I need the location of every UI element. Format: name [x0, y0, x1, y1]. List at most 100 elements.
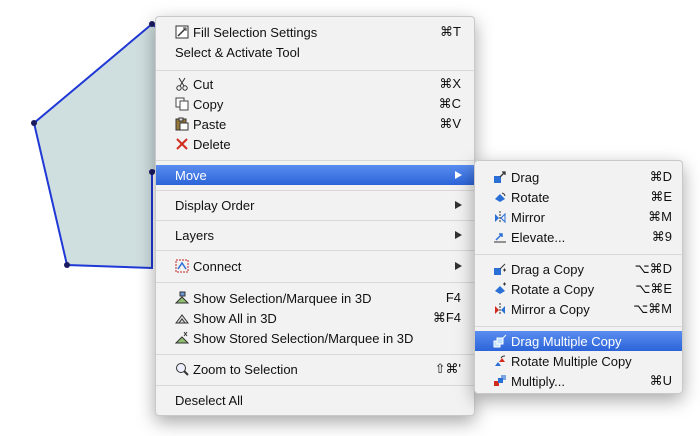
- menu-item-label: Layers: [175, 227, 215, 243]
- shortcut-label: ⇧⌘': [434, 361, 461, 376]
- menu-item-deselect-all[interactable]: Deselect All: [156, 390, 474, 410]
- submenu-item-drag-copy[interactable]: Drag a Copy ⌥⌘D: [475, 259, 682, 279]
- show-stored-3d-icon: [175, 331, 189, 345]
- menu-item-show-all-3d[interactable]: Show All in 3D ⌘F4: [156, 308, 474, 328]
- submenu-item-elevate[interactable]: Elevate... ⌘9: [475, 227, 682, 247]
- menu-item-label: Show Stored Selection/Marquee in 3D: [193, 330, 414, 346]
- menu-item-label: Deselect All: [175, 392, 243, 408]
- menu-item-label: Rotate: [511, 189, 550, 205]
- submenu-arrow-icon: [455, 171, 462, 179]
- menu-item-label: Display Order: [175, 197, 255, 213]
- menu-item-label: Fill Selection Settings: [193, 24, 318, 40]
- shortcut-label: F4: [445, 290, 461, 305]
- menu-separator: [156, 354, 474, 355]
- submenu-item-rotate-copy[interactable]: Rotate a Copy ⌥⌘E: [475, 279, 682, 299]
- submenu-item-drag-multiple-copy[interactable]: Drag Multiple Copy: [475, 331, 682, 351]
- show-all-3d-icon: [175, 311, 189, 325]
- menu-item-label: Rotate a Copy: [511, 281, 595, 297]
- move-submenu: Drag ⌘D Rotate ⌘E Mirror ⌘M Elevate... ⌘…: [474, 160, 683, 394]
- delete-x-icon: [175, 137, 189, 151]
- copy-icon: [175, 97, 189, 111]
- menu-item-zoom-to-selection[interactable]: Zoom to Selection ⇧⌘': [156, 359, 474, 379]
- submenu-arrow-icon: [455, 201, 462, 209]
- menu-separator: [475, 254, 682, 255]
- mirror-icon: [493, 210, 507, 224]
- menu-item-label: Drag a Copy: [511, 261, 584, 277]
- menu-item-label: Select & Activate Tool: [175, 44, 300, 60]
- menu-separator: [156, 385, 474, 386]
- submenu-item-drag[interactable]: Drag ⌘D: [475, 167, 682, 187]
- shortcut-label: ⌘T: [440, 24, 461, 39]
- shortcut-label: ⌘U: [649, 373, 672, 388]
- menu-item-layers[interactable]: Layers: [156, 225, 474, 245]
- submenu-item-mirror-copy[interactable]: Mirror a Copy ⌥⌘M: [475, 299, 682, 319]
- menu-item-display-order[interactable]: Display Order: [156, 195, 474, 215]
- menu-item-paste[interactable]: Paste ⌘V: [156, 114, 474, 134]
- shortcut-label: ⌥⌘M: [633, 301, 672, 316]
- menu-item-select-activate-tool[interactable]: Select & Activate Tool: [156, 42, 474, 62]
- menu-item-label: Cut: [193, 76, 214, 92]
- menu-item-label: Show Selection/Marquee in 3D: [193, 290, 372, 306]
- menu-separator: [156, 282, 474, 283]
- shortcut-label: ⌘9: [651, 229, 672, 244]
- menu-item-delete[interactable]: Delete: [156, 134, 474, 154]
- polygon-vertex[interactable]: [64, 262, 70, 268]
- mirror-copy-icon: [493, 302, 507, 316]
- fill-settings-icon: [175, 25, 189, 39]
- menu-item-label: Copy: [193, 96, 224, 112]
- submenu-arrow-icon: [455, 262, 462, 270]
- scissors-icon: [175, 77, 189, 91]
- menu-item-connect[interactable]: Connect: [156, 256, 474, 276]
- submenu-item-rotate-multiple-copy[interactable]: Rotate Multiple Copy: [475, 351, 682, 371]
- menu-item-cut[interactable]: Cut ⌘X: [156, 74, 474, 94]
- shortcut-label: ⌘F4: [432, 310, 461, 325]
- menu-item-label: Move: [175, 167, 207, 183]
- menu-item-label: Paste: [193, 116, 227, 132]
- elevate-icon: [493, 230, 507, 244]
- rotate-icon: [493, 190, 507, 204]
- shortcut-label: ⌘D: [649, 169, 672, 184]
- menu-separator: [156, 190, 474, 191]
- submenu-item-multiply[interactable]: Multiply... ⌘U: [475, 371, 682, 391]
- paste-icon: [175, 117, 189, 131]
- shortcut-label: ⌥⌘D: [634, 261, 672, 276]
- polygon-vertex[interactable]: [31, 120, 37, 126]
- multiply-icon: [493, 374, 507, 388]
- menu-item-label: Delete: [193, 136, 231, 152]
- menu-item-show-selection-3d[interactable]: Show Selection/Marquee in 3D F4: [156, 288, 474, 308]
- show-3d-icon: [175, 291, 189, 305]
- submenu-item-mirror[interactable]: Mirror ⌘M: [475, 207, 682, 227]
- shortcut-label: ⌘V: [439, 116, 461, 131]
- connect-icon: [175, 259, 189, 273]
- menu-item-label: Mirror: [511, 209, 545, 225]
- shortcut-label: ⌘M: [648, 209, 672, 224]
- rotate-copy-icon: [493, 282, 507, 296]
- menu-item-label: Mirror a Copy: [511, 301, 590, 317]
- zoom-icon: [175, 362, 189, 376]
- menu-separator: [156, 160, 474, 161]
- menu-separator: [475, 326, 682, 327]
- menu-separator: [156, 70, 474, 71]
- menu-separator: [156, 220, 474, 221]
- drag-multiple-copy-icon: [493, 334, 507, 348]
- drag-icon: [493, 170, 507, 184]
- menu-item-label: Rotate Multiple Copy: [511, 353, 632, 369]
- menu-item-move[interactable]: Move: [156, 165, 474, 185]
- menu-item-label: Zoom to Selection: [193, 361, 298, 377]
- menu-item-label: Connect: [193, 258, 242, 274]
- menu-item-copy[interactable]: Copy ⌘C: [156, 94, 474, 114]
- shortcut-label: ⌘E: [650, 189, 672, 204]
- context-menu: Fill Selection Settings ⌘T Select & Acti…: [155, 16, 475, 416]
- menu-item-label: Drag Multiple Copy: [511, 333, 622, 349]
- rotate-multiple-copy-icon: [493, 354, 507, 368]
- menu-item-fill-selection-settings[interactable]: Fill Selection Settings ⌘T: [156, 22, 474, 42]
- shortcut-label: ⌘X: [439, 76, 461, 91]
- menu-item-label: Multiply...: [511, 373, 565, 389]
- shortcut-label: ⌥⌘E: [635, 281, 672, 296]
- drag-copy-icon: [493, 262, 507, 276]
- submenu-item-rotate[interactable]: Rotate ⌘E: [475, 187, 682, 207]
- menu-item-label: Show All in 3D: [193, 310, 277, 326]
- submenu-arrow-icon: [455, 231, 462, 239]
- menu-item-show-stored-3d[interactable]: Show Stored Selection/Marquee in 3D: [156, 328, 474, 348]
- shortcut-label: ⌘C: [438, 96, 461, 111]
